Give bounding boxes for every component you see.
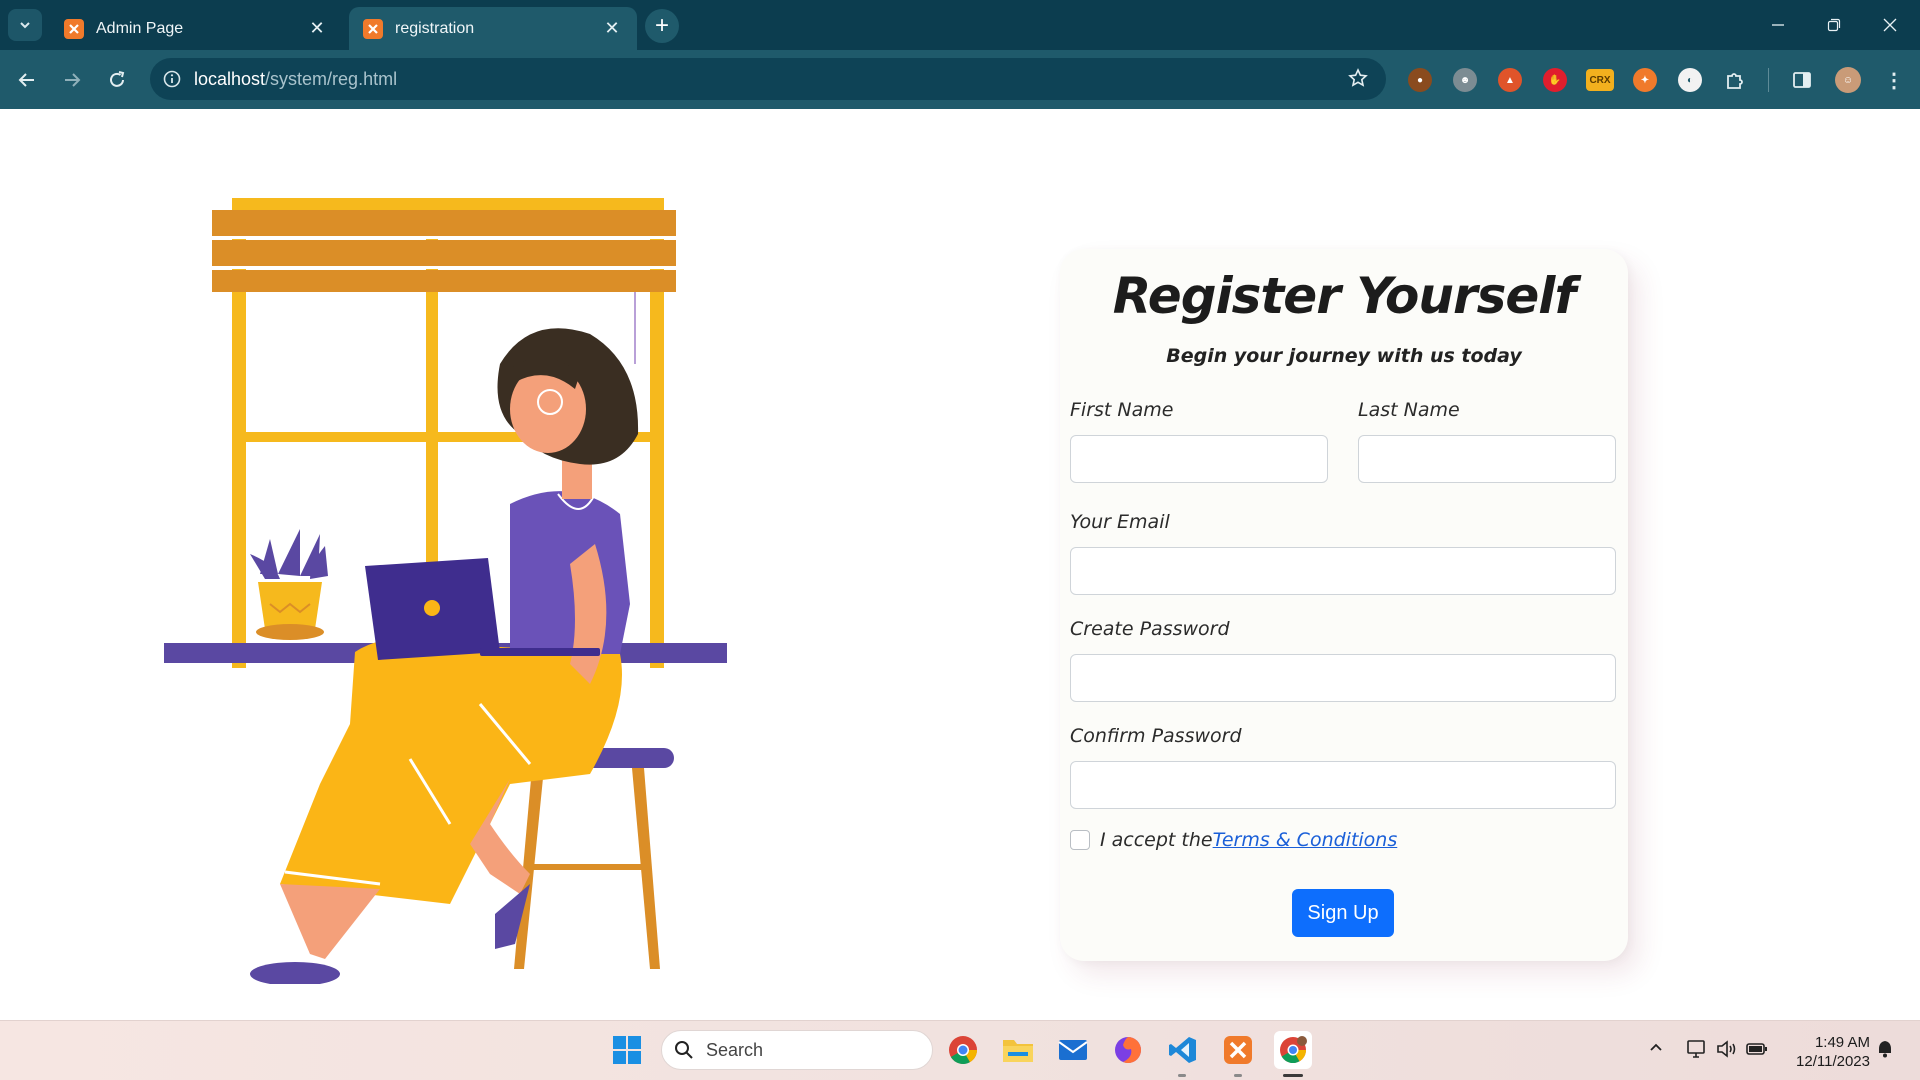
chevron-up-icon[interactable] [1648, 1039, 1664, 1058]
reload-button[interactable] [99, 62, 135, 98]
window-blind [212, 210, 676, 364]
taskbar: Search 1:49 AM 12/11/2023 [0, 1020, 1920, 1080]
bookmark-star-icon[interactable] [1348, 68, 1368, 93]
start-icon[interactable] [608, 1031, 646, 1069]
arrow-right-icon [65, 73, 81, 87]
url-host: localhost [194, 68, 266, 89]
terms-text: I accept the [1100, 829, 1213, 851]
puzzle-icon[interactable] [1723, 68, 1747, 92]
system-clock[interactable]: 1:49 AM 12/11/2023 [1780, 1033, 1870, 1071]
chrome-icon[interactable] [944, 1031, 982, 1069]
xampp-favicon-icon [64, 18, 84, 39]
address-bar[interactable]: localhost/system/reg.html [150, 58, 1386, 100]
file-explorer-icon[interactable] [999, 1031, 1037, 1069]
cookie-icon[interactable]: ● [1408, 68, 1432, 92]
network-icon[interactable] [1686, 1039, 1708, 1062]
running-indicator [1178, 1074, 1186, 1077]
url-text[interactable]: localhost/system/reg.html [194, 69, 397, 90]
chrome-profile-icon[interactable] [1274, 1031, 1312, 1069]
crx-label: CRX [1589, 74, 1611, 86]
last-name-label: Last Name [1358, 399, 1460, 421]
stop-hand-icon[interactable]: ✋ [1543, 68, 1567, 92]
clock-time: 1:49 AM [1814, 1034, 1870, 1051]
running-indicator [1234, 1074, 1242, 1077]
email-label: Your Email [1070, 511, 1170, 533]
restore-icon [1827, 18, 1841, 32]
confirm-password-field[interactable] [1070, 761, 1616, 809]
rocket-icon[interactable]: ✦ [1633, 68, 1657, 92]
last-name-field[interactable] [1358, 435, 1616, 483]
taskbar-search[interactable]: Search [661, 1030, 933, 1070]
tab-registration[interactable]: registration ✕ [349, 7, 637, 50]
flame-icon[interactable]: ▲ [1498, 68, 1522, 92]
terms-row: I accept the Terms & Conditions [1070, 829, 1397, 851]
terms-checkbox[interactable] [1070, 830, 1090, 850]
shield-icon[interactable]: ◐ [1678, 68, 1702, 92]
vscode-icon[interactable] [1164, 1031, 1202, 1069]
minimize-button[interactable] [1750, 0, 1806, 50]
potted-plant [250, 529, 328, 640]
woman-with-laptop-illustration [164, 198, 727, 984]
tab-admin-page[interactable]: Admin Page ✕ [50, 7, 342, 50]
browser-toolbar: localhost/system/reg.html ● ☻ ▲ ✋ CRX ✦ … [0, 50, 1920, 109]
first-name-field[interactable] [1070, 435, 1328, 483]
chevron-down-icon [20, 22, 30, 29]
toolbar-divider [1768, 68, 1769, 92]
arrow-left-icon [18, 73, 34, 87]
reload-icon [110, 71, 125, 87]
crx-icon[interactable]: CRX [1586, 69, 1614, 91]
new-tab-button[interactable]: + [645, 9, 679, 43]
xampp-icon[interactable] [1219, 1031, 1257, 1069]
tab-title: Admin Page [96, 19, 184, 37]
battery-icon[interactable] [1746, 1039, 1768, 1062]
page-content: Register Yourself Begin your journey wit… [0, 109, 1920, 1020]
page-title: Register Yourself [1112, 267, 1576, 325]
email-field[interactable] [1070, 547, 1616, 595]
url-path: /system/reg.html [265, 68, 398, 89]
xampp-favicon-icon [363, 18, 383, 39]
profile-avatar[interactable]: ☺ [1835, 67, 1861, 93]
site-info-icon[interactable] [150, 70, 194, 88]
sign-up-button[interactable]: Sign Up [1292, 889, 1394, 937]
clock-date: 12/11/2023 [1796, 1053, 1870, 1070]
close-tab-icon[interactable]: ✕ [601, 18, 623, 40]
close-tab-icon[interactable]: ✕ [306, 18, 328, 40]
mail-icon[interactable] [1054, 1031, 1092, 1069]
password-label: Create Password [1070, 618, 1230, 640]
tab-title: registration [395, 19, 475, 37]
terms-link[interactable]: Terms & Conditions [1213, 829, 1398, 851]
back-button[interactable] [9, 62, 45, 98]
browser-tab-bar: Admin Page ✕ registration ✕ + [0, 0, 1920, 50]
minimize-icon [1772, 24, 1784, 26]
side-panel-icon[interactable] [1790, 68, 1814, 92]
volume-icon[interactable] [1716, 1039, 1738, 1062]
page-subtitle: Begin your journey with us today [1166, 345, 1522, 367]
first-name-label: First Name [1070, 399, 1174, 421]
stool [508, 748, 674, 969]
notification-bell-icon[interactable] [1876, 1039, 1894, 1062]
confirm-password-label: Confirm Password [1070, 725, 1242, 747]
search-placeholder: Search [706, 1039, 764, 1060]
forward-button[interactable] [54, 62, 90, 98]
active-indicator [1283, 1074, 1303, 1077]
registration-card: Register Yourself Begin your journey wit… [1060, 249, 1628, 961]
firefox-icon[interactable] [1109, 1031, 1147, 1069]
more-menu-icon[interactable]: ⋮ [1882, 68, 1906, 92]
ghost-icon[interactable]: ☻ [1453, 68, 1477, 92]
password-field[interactable] [1070, 654, 1616, 702]
restore-button[interactable] [1806, 0, 1862, 50]
tab-search-button[interactable] [8, 9, 42, 41]
close-window-button[interactable] [1862, 0, 1918, 50]
search-icon [675, 1041, 693, 1059]
close-icon [1883, 18, 1897, 32]
